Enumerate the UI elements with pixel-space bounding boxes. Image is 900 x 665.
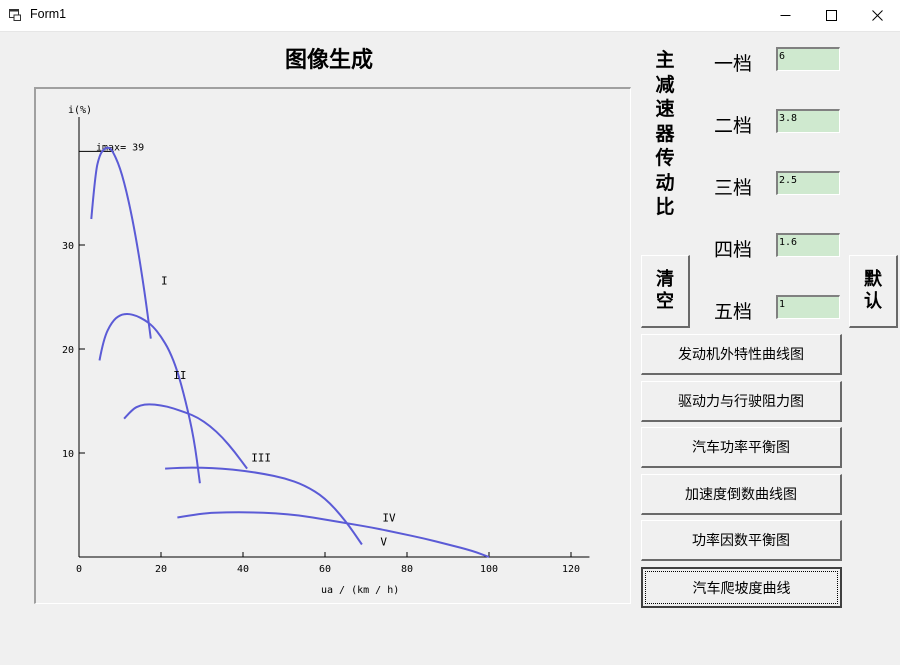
gear-3-label: 三档 — [714, 177, 753, 199]
minimize-button[interactable] — [762, 0, 808, 31]
gear-2-input[interactable]: 3.8 — [776, 109, 840, 133]
plot-frame: 0 20 40 60 80 100 120 10 20 30 i(%) ua / (km / h) im… — [34, 87, 631, 604]
x-tick-label: 40 — [237, 564, 249, 575]
series-line-gear-1 — [90, 146, 152, 339]
series-label-3: III — [251, 451, 271, 464]
x-axis-label: ua / (km / h) — [321, 585, 399, 596]
series-line-gear-3 — [123, 403, 248, 470]
x-tick-label: 0 — [76, 564, 82, 575]
gear-2-label: 二档 — [714, 115, 753, 137]
app-window-icon — [9, 9, 21, 21]
series-line-gear-2 — [98, 312, 201, 484]
series-line-gear-4 — [165, 466, 363, 546]
gear-4-label: 四档 — [714, 239, 753, 261]
series-label-5: V — [380, 536, 387, 549]
clear-button-label: 清空 — [656, 269, 674, 312]
grade-chart: 0 20 40 60 80 100 120 10 20 30 i(%) ua / (km / h) im… — [62, 105, 590, 596]
window-title: Form1 — [30, 7, 67, 21]
imax-annotation: imax= 39 — [96, 142, 144, 153]
y-tick-label: 10 — [62, 449, 74, 460]
gear-3-input[interactable]: 2.5 — [776, 171, 840, 195]
series-label-2: II — [173, 369, 186, 382]
y-tick-label: 20 — [62, 345, 74, 356]
engine-curve-button[interactable]: 发动机外特性曲线图 — [641, 334, 842, 375]
series-label-4: IV — [382, 512, 396, 525]
minimize-icon — [780, 15, 790, 16]
gear-5-input[interactable]: 1 — [776, 295, 840, 319]
x-tick-label: 20 — [155, 564, 167, 575]
maximize-icon — [825, 10, 837, 21]
gear-5-label: 五档 — [714, 301, 753, 323]
gear-1-input[interactable]: 6 — [776, 47, 840, 71]
acceleration-reciprocal-button[interactable]: 加速度倒数曲线图 — [641, 474, 842, 515]
x-tick-label: 80 — [401, 564, 413, 575]
clear-button[interactable]: 清空 — [641, 255, 690, 328]
gear-1-label: 一档 — [714, 53, 753, 75]
x-tick-label: 60 — [319, 564, 331, 575]
default-button-label: 默认 — [864, 269, 882, 312]
close-icon — [871, 10, 883, 21]
driving-force-button[interactable]: 驱动力与行驶阻力图 — [641, 381, 842, 422]
power-factor-button[interactable]: 功率因数平衡图 — [641, 520, 842, 561]
title-bar: Form1 — [0, 0, 900, 32]
x-tick-label: 100 — [480, 564, 498, 575]
y-tick-label: 30 — [62, 241, 74, 252]
default-button[interactable]: 默认 — [849, 255, 898, 328]
close-button[interactable] — [854, 0, 900, 31]
x-tick-label: 120 — [562, 564, 580, 575]
series-line-gear-5 — [177, 511, 490, 558]
maximize-button[interactable] — [808, 0, 854, 31]
gear-4-input[interactable]: 1.6 — [776, 233, 840, 257]
power-balance-button[interactable]: 汽车功率平衡图 — [641, 427, 842, 468]
page-title: 图像生成 — [285, 48, 374, 73]
y-axis-label: i(%) — [68, 105, 92, 116]
final-drive-ratio-label: 主减速器传动比 — [655, 49, 675, 218]
series-label-1: I — [161, 275, 168, 288]
climbing-curve-button[interactable]: 汽车爬坡度曲线 — [641, 567, 842, 608]
